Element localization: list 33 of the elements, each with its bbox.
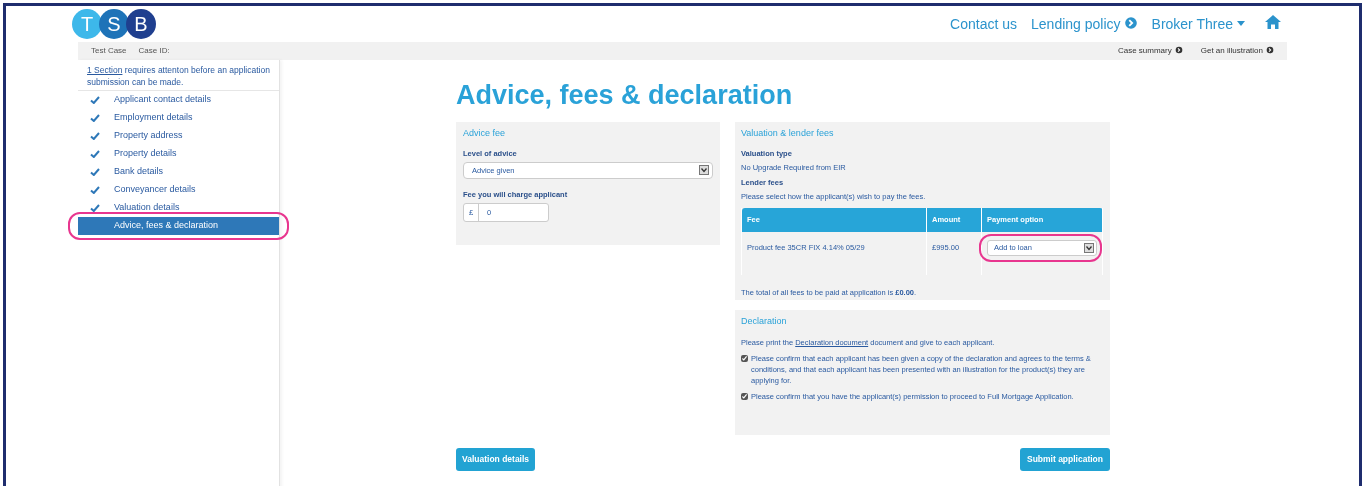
checkbox[interactable]	[741, 392, 748, 400]
case-link[interactable]: Get an illustration	[1200, 45, 1274, 57]
caret-icon	[1237, 20, 1245, 26]
section-link[interactable]: 1 Section	[87, 65, 123, 75]
panel-title: Advice fee	[463, 127, 507, 140]
panel-title: Valuation & lender fees	[741, 127, 835, 140]
nav-link[interactable]: Contact us	[950, 13, 1018, 35]
checkbox[interactable]	[741, 354, 748, 362]
arrow-circle-icon	[1123, 15, 1138, 30]
sidebar-item[interactable]: Property address	[114, 129, 183, 143]
case-link[interactable]: Case summary	[1117, 45, 1183, 57]
panel-title: Declaration	[741, 315, 788, 328]
sidebar-item[interactable]: Employment details	[114, 111, 193, 125]
dropdown-arrow-icon	[1084, 242, 1094, 253]
attention-notice: 1 Section requires attenton before an application submission can be made.	[78, 60, 279, 91]
logo-letter: T	[72, 9, 102, 39]
page-title: Advice, fees & declaration	[456, 79, 794, 112]
case-label: Case ID:	[138, 45, 170, 57]
sidebar-item[interactable]: Advice, fees & declaration	[78, 217, 279, 235]
sidebar-item[interactable]: Applicant contact details	[114, 93, 212, 107]
user-menu[interactable]: Broker Three	[1151, 13, 1245, 35]
sidebar-item[interactable]: Bank details	[114, 165, 164, 179]
nav-link[interactable]: Lending policy	[1031, 13, 1138, 35]
sidebar-item[interactable]: Conveyancer details	[114, 183, 196, 197]
dropdown-arrow-icon	[699, 165, 709, 176]
arrow-circle-icon	[1266, 46, 1274, 54]
logo-letter: S	[99, 9, 129, 39]
logo-letter: B	[126, 9, 156, 39]
sidebar-item[interactable]: Valuation details	[114, 201, 180, 215]
sidebar-item[interactable]: Property details	[114, 147, 177, 161]
home-icon[interactable]	[1265, 15, 1281, 29]
case-label: Test Case	[91, 45, 127, 57]
arrow-circle-icon	[1174, 46, 1183, 54]
